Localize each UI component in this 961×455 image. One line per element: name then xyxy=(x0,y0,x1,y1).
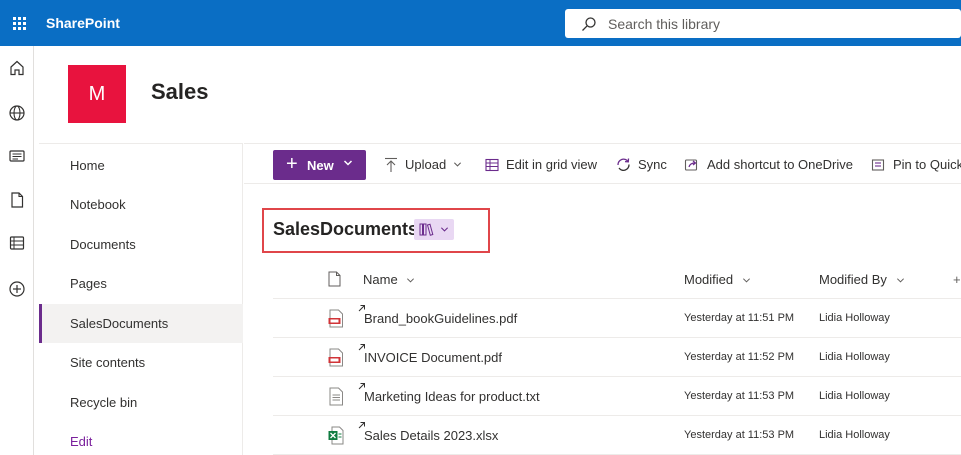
nav-item-home[interactable]: Home xyxy=(39,146,243,185)
command-bar: + New Upload Edit in grid view Sync Add … xyxy=(244,143,961,184)
library-title[interactable]: SalesDocuments xyxy=(273,219,418,240)
shortcut-icon xyxy=(684,159,698,171)
pdf-file-icon xyxy=(328,348,343,367)
file-type-icon[interactable] xyxy=(328,271,341,287)
modified-date: Yesterday at 11:53 PM xyxy=(684,390,795,402)
app-rail xyxy=(0,46,34,455)
chevron-down-icon xyxy=(454,162,462,167)
nav-item-salesdocuments[interactable]: SalesDocuments xyxy=(39,304,243,343)
upload-label: Upload xyxy=(405,157,447,172)
search-box[interactable]: Search this library xyxy=(565,9,961,38)
search-input[interactable]: Search this library xyxy=(608,16,720,32)
add-shortcut-button[interactable]: Add shortcut to OneDrive xyxy=(684,144,853,185)
pin-to-quick-access-button[interactable]: Pin to Quick xyxy=(871,144,961,185)
modified-by[interactable]: Lidia Holloway xyxy=(819,429,890,441)
chevron-down-icon xyxy=(742,278,750,283)
nav-item-notebook[interactable]: Notebook xyxy=(39,185,243,224)
site-logo[interactable]: M xyxy=(68,65,126,123)
edit-grid-view-label: Edit in grid view xyxy=(506,157,598,172)
column-header-modified[interactable]: Modified xyxy=(684,272,751,287)
app-launcher-button[interactable] xyxy=(0,0,38,46)
list-header: Name Modified Modified By + xyxy=(273,261,961,299)
column-header-modified-by[interactable]: Modified By xyxy=(819,272,905,287)
left-navigation: Home Notebook Documents Pages SalesDocum… xyxy=(39,143,243,455)
new-button[interactable]: + New xyxy=(273,150,366,180)
table-row[interactable]: INVOICE Document.pdf Yesterday at 11:52 … xyxy=(273,338,961,377)
table-row[interactable]: Brand_bookGuidelines.pdf Yesterday at 11… xyxy=(273,299,961,338)
add-column-button[interactable]: + xyxy=(953,272,961,287)
column-modified-by-label: Modified By xyxy=(819,272,887,287)
modified-date: Yesterday at 11:51 PM xyxy=(684,312,795,324)
chevron-down-icon xyxy=(343,160,353,166)
library-icon xyxy=(419,223,434,236)
nav-item-documents[interactable]: Documents xyxy=(39,225,243,264)
pdf-file-icon xyxy=(328,309,343,328)
nav-item-pages[interactable]: Pages xyxy=(39,264,243,303)
chevron-down-icon xyxy=(896,278,904,283)
edit-grid-view-button[interactable]: Edit in grid view xyxy=(485,144,597,185)
add-shortcut-label: Add shortcut to OneDrive xyxy=(707,157,853,172)
search-icon xyxy=(582,17,596,31)
modified-date: Yesterday at 11:53 PM xyxy=(684,429,795,441)
create-icon[interactable] xyxy=(8,280,26,298)
column-header-name[interactable]: Name xyxy=(363,272,415,287)
nav-item-site-contents[interactable]: Site contents xyxy=(39,343,243,382)
column-name-label: Name xyxy=(363,272,398,287)
nav-item-recycle-bin[interactable]: Recycle bin xyxy=(39,383,243,422)
pin-icon xyxy=(871,158,885,171)
table-row[interactable]: Sales Details 2023.xlsx Yesterday at 11:… xyxy=(273,416,961,455)
file-name-link[interactable]: Marketing Ideas for product.txt xyxy=(364,389,540,404)
modified-date: Yesterday at 11:52 PM xyxy=(684,351,795,363)
waffle-icon xyxy=(12,16,26,30)
home-icon[interactable] xyxy=(8,59,26,77)
plus-icon: + xyxy=(286,153,298,175)
list-icon[interactable] xyxy=(8,234,26,252)
sync-button[interactable]: Sync xyxy=(616,144,667,185)
pin-to-quick-access-label: Pin to Quick xyxy=(893,157,961,172)
modified-by[interactable]: Lidia Holloway xyxy=(819,390,890,402)
table-row[interactable]: Marketing Ideas for product.txt Yesterda… xyxy=(273,377,961,416)
column-modified-label: Modified xyxy=(684,272,734,287)
suite-bar: SharePoint Search this library xyxy=(0,0,961,46)
sync-icon xyxy=(617,158,630,171)
upload-button[interactable]: Upload xyxy=(384,144,469,185)
globe-icon[interactable] xyxy=(8,104,26,122)
document-icon[interactable] xyxy=(8,191,26,209)
file-name-link[interactable]: INVOICE Document.pdf xyxy=(364,350,502,365)
excel-file-icon xyxy=(328,426,344,445)
news-icon[interactable] xyxy=(8,147,26,165)
chevron-down-icon xyxy=(440,227,449,232)
app-name[interactable]: SharePoint xyxy=(46,15,120,31)
file-name-link[interactable]: Sales Details 2023.xlsx xyxy=(364,428,498,443)
upload-icon xyxy=(385,157,397,172)
grid-icon xyxy=(485,158,499,171)
nav-edit-link[interactable]: Edit xyxy=(39,422,243,455)
sync-label: Sync xyxy=(638,157,667,172)
modified-by[interactable]: Lidia Holloway xyxy=(819,312,890,324)
library-view-switcher[interactable] xyxy=(414,219,454,240)
site-logo-letter: M xyxy=(88,82,106,105)
chevron-down-icon xyxy=(407,278,415,283)
site-title[interactable]: Sales xyxy=(151,79,209,105)
file-name-link[interactable]: Brand_bookGuidelines.pdf xyxy=(364,311,517,326)
modified-by[interactable]: Lidia Holloway xyxy=(819,351,890,363)
text-file-icon xyxy=(329,387,343,406)
new-button-label: New xyxy=(307,158,334,173)
